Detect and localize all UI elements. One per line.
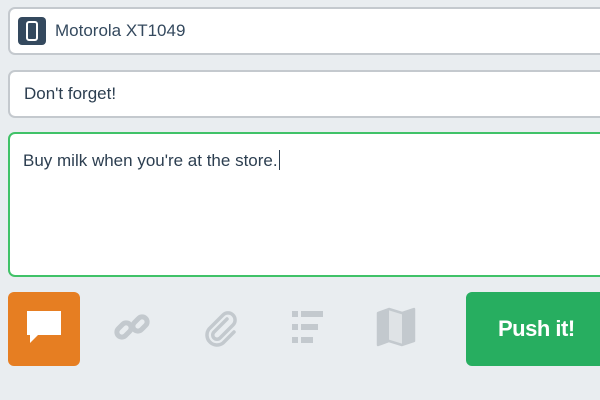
device-label: Motorola XT1049 [55,21,186,40]
link-icon [112,307,152,352]
address-type-button[interactable] [360,292,432,366]
chat-bubble-icon [25,308,63,351]
title-input[interactable]: Don't forget! [8,70,600,118]
paperclip-icon [200,307,240,352]
push-button[interactable]: Push it! [466,292,600,366]
file-type-button[interactable] [184,292,256,366]
device-select[interactable]: Motorola XT1049 [8,7,600,55]
note-type-button[interactable] [8,292,80,366]
list-type-button[interactable] [272,292,344,366]
list-icon [288,307,328,352]
phone-icon [18,17,46,45]
text-caret [278,150,280,170]
body-text: Buy milk when you're at the store. [23,151,278,170]
map-icon [374,307,418,352]
push-button-label: Push it! [498,316,575,341]
body-textarea[interactable]: Buy milk when you're at the store. ✦ [8,132,600,277]
link-type-button[interactable] [96,292,168,366]
